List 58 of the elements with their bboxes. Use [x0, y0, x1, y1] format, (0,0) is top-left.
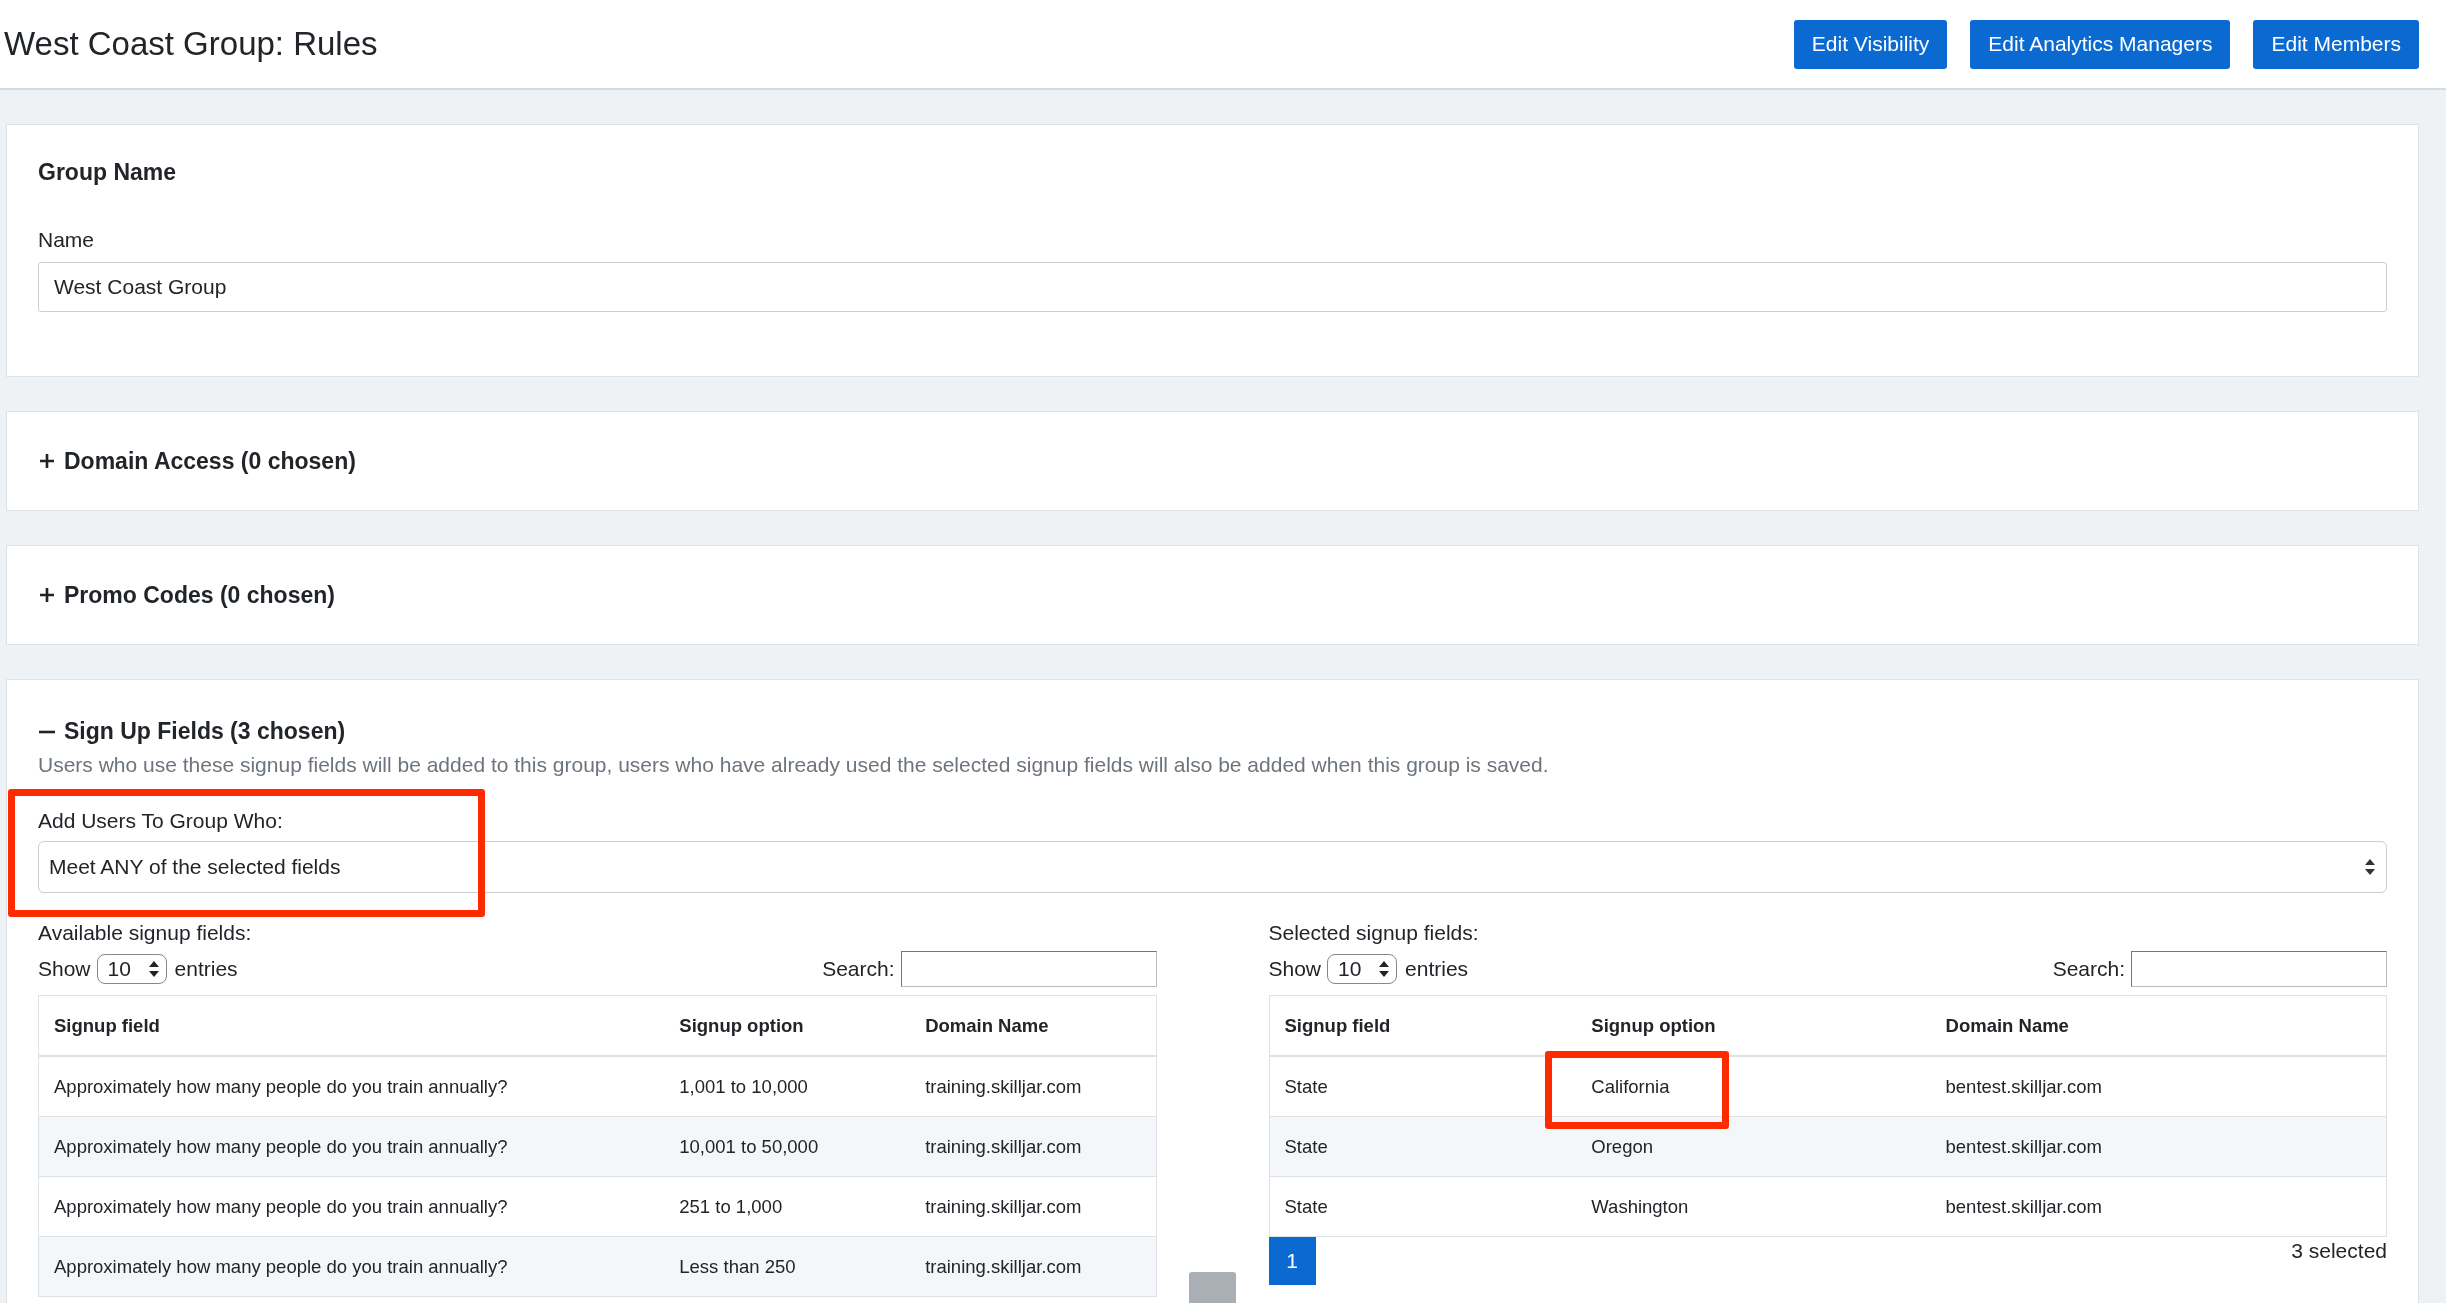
entries-select[interactable]: 10: [96, 954, 167, 984]
entries-label: entries: [174, 957, 238, 981]
table-cell: 10,001 to 50,000: [664, 1116, 911, 1177]
table-label: Available signup fields:: [38, 921, 253, 945]
header-button[interactable]: Edit Members: [2253, 19, 2419, 69]
column-header[interactable]: Signup option: [664, 995, 911, 1056]
page-title: West Coast Group: Rules: [4, 25, 379, 63]
table-cell: 1,001 to 10,000: [664, 1056, 911, 1117]
table-cell: Approximately how many people do you train annually?: [38, 1236, 665, 1297]
entries-label: entries: [1405, 957, 1469, 981]
section-title[interactable]: Sign Up Fields (3 chosen): [64, 718, 346, 745]
expand-icon[interactable]: [38, 586, 56, 604]
column-header[interactable]: Signup option: [1576, 995, 1931, 1056]
name-field[interactable]: West Coast Group: [38, 262, 2387, 312]
section-description: Users who use these signup fields will be added to this group, users who have already used the selected signup fields will also be added when this group is saved.: [38, 753, 1550, 777]
rule-select[interactable]: Meet ANY of the selected fields: [38, 841, 2387, 893]
entries-select[interactable]: 10: [1327, 954, 1398, 984]
search-label: Search:: [2052, 957, 2125, 981]
table-cell: 251 to 1,000: [664, 1176, 911, 1237]
table-cell: Approximately how many people do you train annually?: [38, 1116, 665, 1177]
select-arrows-icon: [1378, 960, 1391, 978]
show-label: Show: [1268, 957, 1322, 981]
table-cell: training.skilljar.com: [910, 1116, 1156, 1177]
table-cell: Washington: [1576, 1176, 1931, 1237]
header-button[interactable]: Edit Visibility: [1793, 19, 1948, 69]
table-cell: bentest.skilljar.com: [1930, 1116, 2387, 1177]
table-cell: training.skilljar.com: [910, 1056, 1156, 1117]
table-cell: Less than 250: [664, 1236, 911, 1297]
search-field[interactable]: [2131, 951, 2387, 987]
header-button[interactable]: Edit Analytics Managers: [1970, 19, 2231, 69]
table-cell: bentest.skilljar.com: [1930, 1176, 2387, 1237]
table-cell: State: [1269, 1116, 1577, 1177]
table-cell: training.skilljar.com: [910, 1236, 1156, 1297]
field-label: Add Users To Group Who:: [38, 809, 284, 833]
table-cell: Approximately how many people do you train annually?: [38, 1176, 665, 1237]
table-label: Selected signup fields:: [1268, 921, 1480, 945]
table-cell: State: [1269, 1056, 1577, 1117]
page-button[interactable]: 1: [1268, 1237, 1316, 1285]
search-field[interactable]: [900, 951, 1157, 987]
table-cell: Approximately how many people do you train annually?: [38, 1056, 665, 1117]
select-arrows-icon: [147, 960, 160, 978]
field-label: Name: [38, 228, 96, 252]
table-cell: Oregon: [1576, 1116, 1931, 1177]
column-header[interactable]: Signup field: [38, 995, 665, 1056]
table-cell: bentest.skilljar.com: [1930, 1056, 2387, 1117]
show-label: Show: [38, 957, 91, 981]
column-header[interactable]: Domain Name: [1930, 995, 2387, 1056]
table-cell: State: [1269, 1176, 1577, 1237]
select-arrows-icon: [2364, 858, 2376, 876]
section-title[interactable]: Domain Access (0 chosen): [64, 447, 356, 475]
section-title[interactable]: Promo Codes (0 chosen): [64, 581, 335, 609]
expand-icon[interactable]: [38, 452, 56, 470]
column-header[interactable]: Domain Name: [910, 995, 1156, 1056]
search-label: Search:: [822, 957, 895, 981]
selected-count: 3 selected: [2291, 1239, 2387, 1263]
table-cell: training.skilljar.com: [910, 1176, 1156, 1237]
column-header[interactable]: Signup field: [1269, 995, 1577, 1056]
card-heading: Group Name: [38, 159, 178, 186]
